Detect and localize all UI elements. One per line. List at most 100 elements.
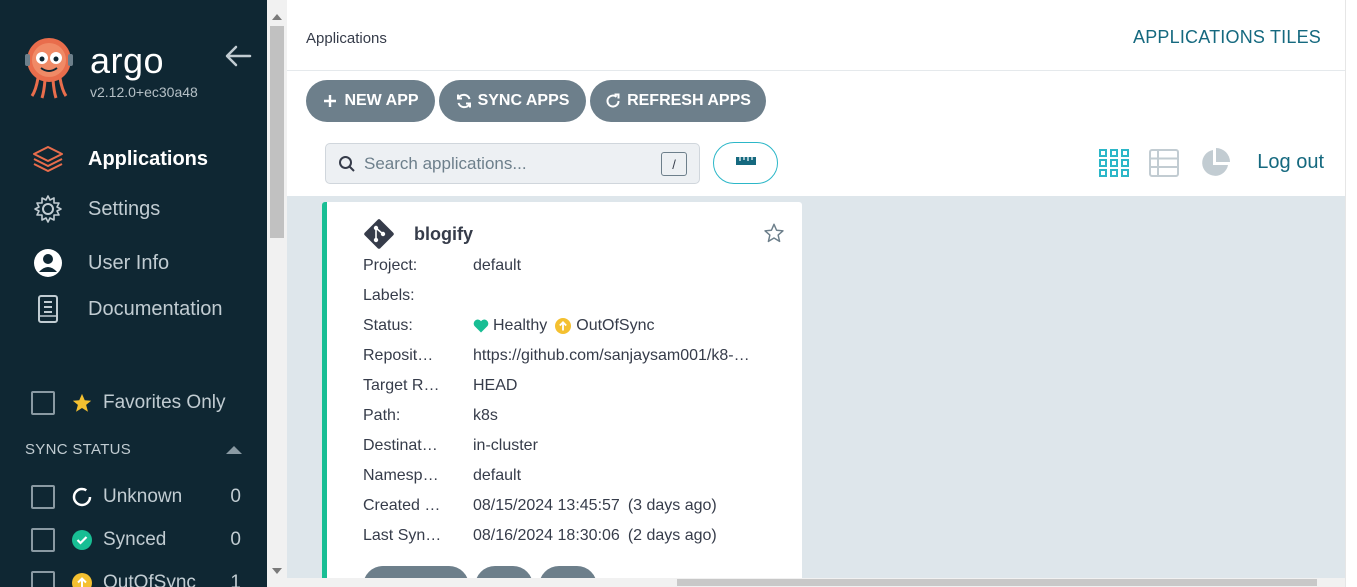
refresh-apps-button[interactable]: REFRESH APPS	[590, 80, 766, 122]
search-input[interactable]	[364, 150, 654, 178]
sidebar-item-label: Applications	[88, 147, 209, 170]
filter-label: Synced	[103, 529, 167, 550]
scrollbar-thumb[interactable]	[270, 26, 284, 238]
horizontal-scrollbar-thumb[interactable]	[677, 579, 1317, 586]
field-status: Status: Healthy OutOfSync	[363, 315, 803, 337]
field-value: 08/15/2024 13:45:57 (3 days ago)	[473, 497, 717, 515]
sync-status-title: SYNC STATUS	[25, 441, 132, 458]
field-key: Target R…	[363, 377, 440, 394]
version-label: v2.12.0+ec30a48	[90, 84, 198, 100]
plus-icon	[322, 93, 338, 109]
filter-checkbox[interactable]	[31, 485, 55, 509]
sync-apps-button[interactable]: SYNC APPS	[439, 80, 586, 122]
field-key: Destinat…	[363, 437, 438, 454]
favorites-checkbox[interactable]	[31, 391, 55, 415]
filter-count: 0	[230, 529, 241, 550]
page-scrollbar[interactable]	[1345, 0, 1357, 587]
field-target-revision: Target R… HEAD	[363, 375, 803, 397]
created-relative: (3 days ago)	[627, 497, 717, 514]
field-destination: Destinat… in-cluster	[363, 435, 803, 457]
filter-count: 1	[230, 572, 241, 587]
favorites-only-filter[interactable]: Favorites Only	[31, 391, 225, 415]
filter-count: 0	[230, 486, 241, 507]
field-value: HEAD	[473, 377, 518, 394]
field-value[interactable]: https://github.com/sanjaysam001/k8-…	[473, 347, 750, 365]
sidebar-item-label: User Info	[88, 251, 170, 274]
argo-logo-icon	[24, 38, 74, 100]
check-circle-icon	[71, 529, 93, 551]
main-panel: Applications APPLICATIONS TILES NEW APP …	[287, 0, 1345, 587]
search-icon	[338, 155, 356, 173]
filter-label: Unknown	[103, 486, 183, 507]
refresh-apps-label: REFRESH APPS	[627, 92, 751, 109]
applications-area: blogify Project: default Labels: Status:	[287, 196, 1345, 587]
field-key: Reposit…	[363, 347, 434, 364]
filter-ruler-icon	[735, 154, 757, 172]
brand-name: argo	[90, 40, 165, 81]
field-value: in-cluster	[473, 437, 538, 454]
field-key: Labels:	[363, 287, 415, 304]
collapse-sidebar-arrow-icon[interactable]	[224, 44, 252, 68]
field-value: default	[473, 467, 522, 484]
gear-icon	[32, 193, 64, 225]
sync-apps-label: SYNC APPS	[477, 92, 570, 109]
breadcrumb[interactable]: Applications	[306, 30, 387, 47]
favorite-star-icon[interactable]	[763, 222, 785, 244]
field-key: Path:	[363, 407, 401, 424]
top-bar: Applications APPLICATIONS TILES	[287, 8, 1345, 71]
book-icon	[32, 293, 64, 325]
star-icon	[71, 392, 93, 414]
git-icon	[363, 218, 395, 250]
filter-synced[interactable]: Synced 0	[31, 527, 241, 553]
heart-icon	[473, 319, 489, 333]
horizontal-scrollbar[interactable]	[287, 578, 1345, 587]
refresh-icon	[605, 93, 621, 109]
field-value: Healthy OutOfSync	[473, 317, 655, 335]
app-name[interactable]: blogify	[414, 224, 473, 245]
filter-checkbox[interactable]	[31, 528, 55, 552]
filter-unknown[interactable]: Unknown 0	[31, 484, 241, 510]
sidebar-item-settings[interactable]: Settings	[32, 192, 252, 226]
sync-status: OutOfSync	[576, 317, 655, 334]
sidebar-item-documentation[interactable]: Documentation	[32, 292, 252, 326]
sidebar: argo v2.12.0+ec30a48 Applications Settin…	[0, 0, 267, 587]
field-labels: Labels:	[363, 285, 803, 307]
field-key: Last Syn…	[363, 527, 442, 544]
field-value: k8s	[473, 407, 498, 424]
filters-toggle-button[interactable]	[713, 142, 778, 184]
new-app-button[interactable]: NEW APP	[306, 80, 435, 122]
logout-link[interactable]: Log out	[1257, 151, 1324, 174]
field-path: Path: k8s	[363, 405, 803, 427]
field-namespace: Namesp… default	[363, 465, 803, 487]
sidebar-item-label: Documentation	[88, 297, 223, 320]
sidebar-item-applications[interactable]: Applications	[32, 142, 252, 176]
created-timestamp: 08/15/2024 13:45:57	[473, 497, 620, 514]
layers-icon	[32, 143, 64, 175]
field-key: Created …	[363, 497, 441, 514]
argo-cd-page: argo v2.12.0+ec30a48 Applications Settin…	[0, 0, 1357, 587]
field-last-sync: Last Syn… 08/16/2024 18:30:06 (2 days ag…	[363, 525, 803, 547]
search-box[interactable]: /	[325, 143, 700, 184]
collapse-caret-icon[interactable]	[226, 446, 242, 454]
scroll-down-arrow-icon[interactable]	[272, 568, 282, 574]
sidebar-scrollbar[interactable]	[267, 0, 287, 587]
filter-out-of-sync[interactable]: OutOfSync 1	[31, 570, 241, 587]
field-repository: Reposit… https://github.com/sanjaysam001…	[363, 345, 803, 367]
list-view-icon[interactable]	[1148, 147, 1180, 179]
app-tile-blogify[interactable]: blogify Project: default Labels: Status:	[322, 202, 802, 587]
last-sync-relative: (2 days ago)	[627, 527, 717, 544]
tiles-view-icon[interactable]	[1098, 147, 1130, 179]
sidebar-item-label: Settings	[88, 197, 161, 220]
sidebar-item-user-info[interactable]: User Info	[32, 246, 252, 280]
field-value: default	[473, 257, 522, 274]
page-title: APPLICATIONS TILES	[1133, 27, 1321, 47]
field-key: Project:	[363, 257, 418, 274]
sync-icon	[456, 93, 472, 109]
field-project: Project: default	[363, 255, 803, 277]
arrow-up-circle-icon	[71, 572, 93, 587]
unknown-circle-icon	[71, 486, 93, 508]
summary-pie-view-icon[interactable]	[1199, 147, 1231, 179]
filter-checkbox[interactable]	[31, 571, 55, 587]
field-created-at: Created … 08/15/2024 13:45:57 (3 days ag…	[363, 495, 803, 517]
scroll-up-arrow-icon[interactable]	[272, 14, 282, 20]
